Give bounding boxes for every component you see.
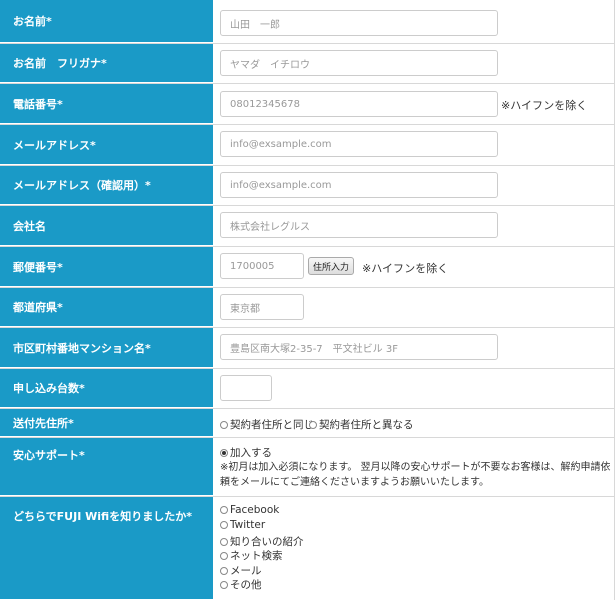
support-option-join-label: 加入する — [230, 447, 272, 459]
shipping-option-different-label: 契約者住所と異なる — [319, 419, 414, 431]
prefecture-field-cell: 東京都 — [213, 288, 615, 327]
email-input[interactable]: info@exsample.com — [220, 131, 498, 157]
radio-icon[interactable] — [220, 521, 228, 529]
source-option-facebook[interactable]: Facebook — [220, 504, 279, 516]
kana-label: お名前 フリガナ* — [0, 44, 213, 83]
source-option-facebook-label: Facebook — [230, 504, 280, 516]
email-label: メールアドレス* — [0, 125, 213, 165]
row-email: メールアドレス* info@exsample.com — [0, 125, 615, 166]
support-label: 安心サポート* — [0, 438, 213, 496]
source-field-cell: Facebook Twitter 知り合いの紹介 ネット検索 メール その他 — [213, 497, 615, 600]
source-option-web-search-label: ネット検索 — [230, 550, 283, 562]
row-shipping: 送付先住所* 契約者住所と同じ 契約者住所と異なる — [0, 409, 615, 438]
radio-icon[interactable] — [220, 567, 228, 575]
source-option-email[interactable]: メール — [220, 563, 262, 578]
radio-icon[interactable] — [309, 421, 317, 429]
address-label: 市区町村番地マンション名* — [0, 328, 213, 368]
source-option-other-label: その他 — [230, 579, 262, 591]
radio-icon[interactable] — [220, 581, 228, 589]
shipping-label: 送付先住所* — [0, 409, 213, 437]
postal-hyphen-note: ※ハイフンを除く — [362, 262, 449, 275]
phone-field-cell: 08012345678 ※ハイフンを除く — [213, 84, 615, 124]
row-email-confirm: メールアドレス（確認用）* info@exsample.com — [0, 166, 615, 206]
radio-icon[interactable] — [220, 538, 228, 546]
radio-icon[interactable] — [220, 552, 228, 560]
name-field-cell: 山田 一郎 — [213, 0, 615, 43]
support-note-line-2: 頼をメールにてご連絡くださいますようお願いいたします。 — [220, 477, 489, 488]
radio-checked-icon[interactable] — [220, 449, 228, 457]
source-option-twitter[interactable]: Twitter — [220, 519, 265, 531]
prefecture-label: 都道府県* — [0, 288, 213, 327]
row-postal: 郵便番号* 1700005 住所入力 ※ハイフンを除く — [0, 247, 615, 288]
source-option-other[interactable]: その他 — [220, 577, 262, 592]
source-label: どちらでFUJI Wifiを知りましたか* — [0, 497, 213, 600]
address-lookup-button[interactable]: 住所入力 — [308, 257, 354, 275]
row-prefecture: 都道府県* 東京都 — [0, 288, 615, 328]
address-input[interactable]: 豊島区南大塚2-35-7 平文社ビル 3F — [220, 334, 498, 360]
email-confirm-label: メールアドレス（確認用）* — [0, 166, 213, 205]
row-support: 安心サポート* 加入する ※初月は加入必須になります。 翌月以降の安心サポートが… — [0, 438, 615, 497]
row-kana: お名前 フリガナ* ヤマダ イチロウ — [0, 44, 615, 84]
name-label: お名前* — [0, 0, 213, 43]
support-option-join[interactable]: 加入する — [220, 445, 272, 460]
source-option-twitter-label: Twitter — [230, 519, 266, 531]
email-confirm-field-cell: info@exsample.com — [213, 166, 615, 205]
count-label: 申し込み台数* — [0, 369, 213, 408]
source-option-email-label: メール — [230, 565, 262, 577]
support-note-line-1: ※初月は加入必須になります。 翌月以降の安心サポートが不要なお客様は、解約申請依 — [220, 462, 611, 473]
phone-input[interactable]: 08012345678 — [220, 91, 498, 117]
name-input[interactable]: 山田 一郎 — [220, 10, 498, 36]
prefecture-input[interactable]: 東京都 — [220, 294, 304, 320]
company-field-cell: 株式会社レグルス — [213, 206, 615, 246]
phone-label: 電話番号* — [0, 84, 213, 124]
postal-label: 郵便番号* — [0, 247, 213, 287]
count-input[interactable] — [220, 375, 272, 401]
row-address: 市区町村番地マンション名* 豊島区南大塚2-35-7 平文社ビル 3F — [0, 328, 615, 369]
radio-icon[interactable] — [220, 421, 228, 429]
shipping-option-different[interactable]: 契約者住所と異なる — [309, 417, 414, 432]
shipping-option-same-label: 契約者住所と同じ — [230, 419, 314, 431]
application-form: お名前* 山田 一郎 お名前 フリガナ* ヤマダ イチロウ 電話番号* 0801… — [0, 0, 615, 600]
row-name: お名前* 山田 一郎 — [0, 0, 615, 44]
row-count: 申し込み台数* — [0, 369, 615, 409]
radio-icon[interactable] — [220, 506, 228, 514]
phone-hyphen-note: ※ハイフンを除く — [501, 99, 588, 112]
shipping-field-cell: 契約者住所と同じ 契約者住所と異なる — [213, 409, 615, 437]
source-option-referral-label: 知り合いの紹介 — [230, 536, 304, 548]
kana-field-cell: ヤマダ イチロウ — [213, 44, 615, 83]
source-option-web-search[interactable]: ネット検索 — [220, 548, 283, 563]
row-source: どちらでFUJI Wifiを知りましたか* Facebook Twitter 知… — [0, 497, 615, 600]
company-input[interactable]: 株式会社レグルス — [220, 212, 498, 238]
count-field-cell — [213, 369, 615, 408]
postal-input[interactable]: 1700005 — [220, 253, 304, 279]
postal-field-cell: 1700005 住所入力 ※ハイフンを除く — [213, 247, 615, 287]
row-phone: 電話番号* 08012345678 ※ハイフンを除く — [0, 84, 615, 125]
shipping-option-same[interactable]: 契約者住所と同じ — [220, 417, 314, 432]
address-field-cell: 豊島区南大塚2-35-7 平文社ビル 3F — [213, 328, 615, 368]
kana-input[interactable]: ヤマダ イチロウ — [220, 50, 498, 76]
email-confirm-input[interactable]: info@exsample.com — [220, 172, 498, 198]
support-field-cell: 加入する ※初月は加入必須になります。 翌月以降の安心サポートが不要なお客様は、… — [213, 438, 615, 496]
company-label: 会社名 — [0, 206, 213, 246]
row-company: 会社名 株式会社レグルス — [0, 206, 615, 247]
email-field-cell: info@exsample.com — [213, 125, 615, 165]
source-option-referral[interactable]: 知り合いの紹介 — [220, 534, 304, 549]
